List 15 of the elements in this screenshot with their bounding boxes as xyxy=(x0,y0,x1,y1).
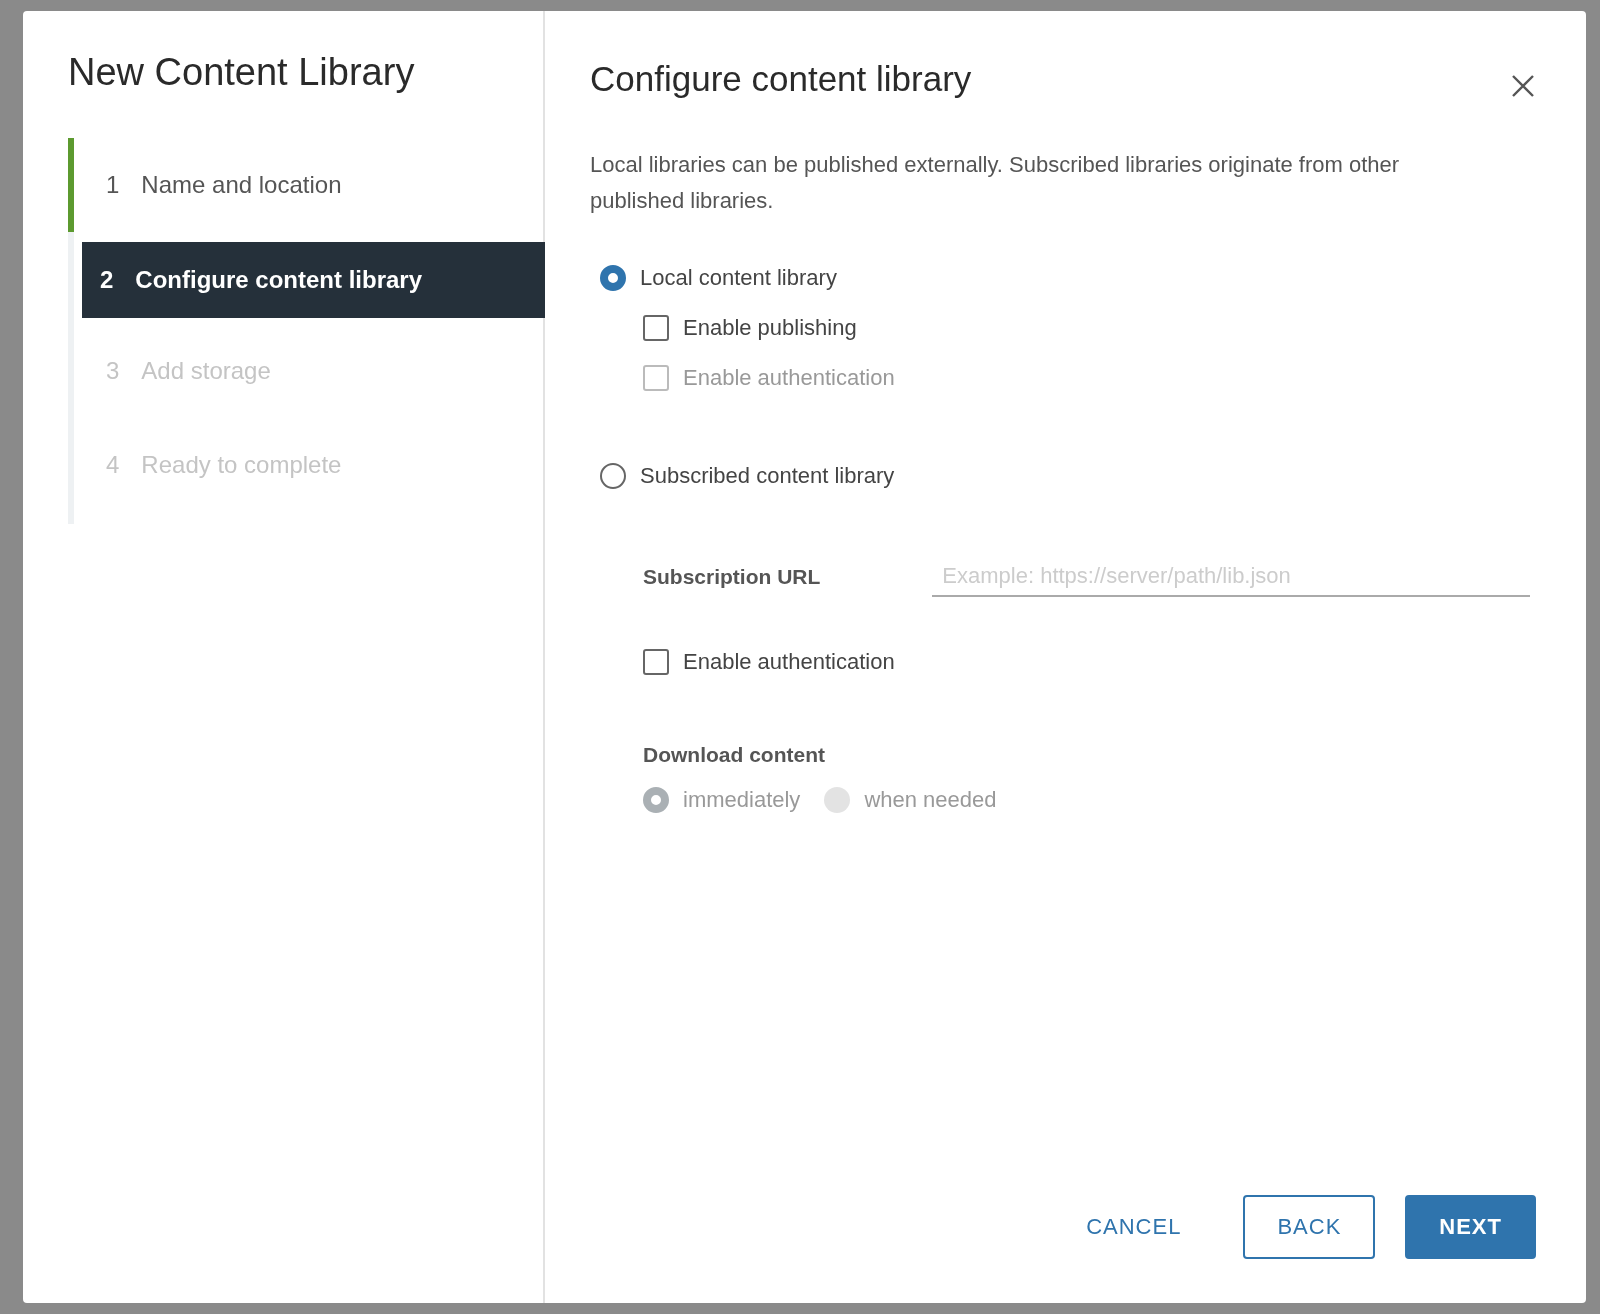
description-text: Local libraries can be published externally. Subscribed libraries originate from other published libraries. xyxy=(590,151,1401,215)
page-title: Configure content library xyxy=(590,59,972,99)
close-icon[interactable] xyxy=(1510,73,1536,99)
download-label: Download content xyxy=(643,743,826,767)
dialog-title: New Content Library xyxy=(68,51,416,94)
next-button[interactable]: NEXT xyxy=(1405,1195,1536,1259)
radio-option[interactable]: Subscribed content library xyxy=(600,463,1536,489)
wizard-step[interactable]: 1 Name and location xyxy=(68,138,545,232)
cancel-button[interactable]: CANCEL xyxy=(1054,1195,1214,1259)
wizard-step[interactable]: 2 Configure content library xyxy=(82,242,545,318)
url-label: Subscription URL xyxy=(643,565,821,589)
radio-option[interactable]: Local content library xyxy=(600,265,1536,291)
back-button[interactable]: BACK xyxy=(1243,1195,1376,1259)
checkbox-option[interactable]: Enable authentication xyxy=(643,649,1536,675)
checkbox-option[interactable]: Enable publishing xyxy=(643,315,1536,341)
